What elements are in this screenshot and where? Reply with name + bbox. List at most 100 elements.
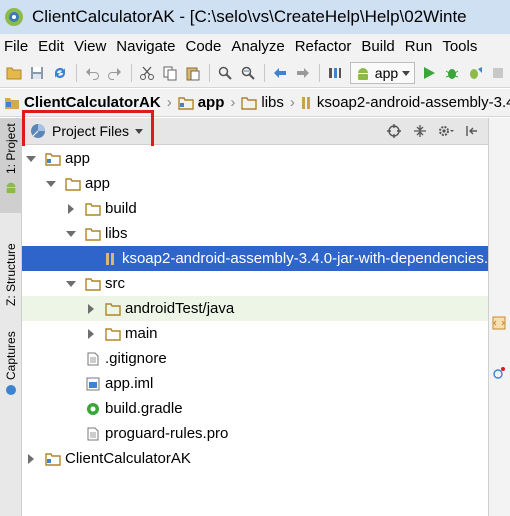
collapse-all-button[interactable] (410, 122, 430, 140)
tree-row-main[interactable]: main (22, 321, 488, 346)
tree-row-client-calculator[interactable]: ClientCalculatorAK (22, 446, 488, 471)
chevron-down-icon[interactable] (65, 278, 77, 290)
menu-run[interactable]: Run (401, 38, 439, 55)
save-icon (30, 66, 43, 79)
redo-button[interactable] (104, 62, 126, 84)
chevron-right-icon[interactable] (85, 328, 97, 340)
find-button[interactable] (214, 62, 236, 84)
breadcrumb-jar[interactable]: ksoap2-android-assembly-3.4.0 (301, 94, 510, 111)
tree-row-label: proguard-rules.pro (105, 425, 229, 442)
menu-tools[interactable]: Tools (438, 38, 483, 55)
captures-tool-tab[interactable]: Captures (0, 318, 22, 398)
build-icon (328, 67, 341, 78)
chevron-down-icon[interactable] (45, 178, 57, 190)
tree-row-app-iml[interactable]: app.iml (22, 371, 488, 396)
chevron-down-icon[interactable] (25, 153, 37, 165)
project-tool-tab[interactable]: 1: Project (0, 118, 22, 213)
stop-button[interactable] (487, 62, 509, 84)
forward-button[interactable] (292, 62, 314, 84)
paste-button[interactable] (182, 62, 204, 84)
tree-row-label: ksoap2-android-assembly-3.4.0-jar-with-d… (121, 250, 488, 267)
panel-settings-button[interactable] (436, 122, 456, 140)
chevron-right-icon[interactable] (65, 203, 77, 215)
project-folder-icon (45, 151, 61, 167)
toolbar-separator (130, 63, 132, 82)
project-folder-icon (45, 451, 61, 467)
tree-row-build[interactable]: build (22, 196, 488, 221)
open-folder-button[interactable] (3, 62, 25, 84)
back-button[interactable] (269, 62, 291, 84)
arrow-right-icon (296, 67, 309, 78)
hide-panel-button[interactable] (462, 122, 482, 140)
sync-button[interactable] (49, 62, 71, 84)
tree-row-build-gradle[interactable]: build.gradle (22, 396, 488, 421)
tree-row-app-root[interactable]: app (22, 146, 488, 171)
view-selector-highlight-box (22, 110, 154, 149)
cut-button[interactable] (136, 62, 158, 84)
attach-debugger-icon (470, 66, 483, 79)
tree-row-label: main (125, 325, 158, 342)
tree-row-label: .gitignore (105, 350, 167, 367)
menu-navigate[interactable]: Navigate (112, 38, 181, 55)
play-icon (424, 66, 436, 79)
tree-row-ksoap-jar[interactable]: ksoap2-android-assembly-3.4.0-jar-with-d… (22, 246, 488, 271)
tree-row-androidtest[interactable]: androidTest/java (22, 296, 488, 321)
copy-icon (163, 66, 177, 80)
run-button[interactable] (418, 62, 440, 84)
copy-button[interactable] (159, 62, 181, 84)
menu-build[interactable]: Build (357, 38, 400, 55)
right-tool-strip (488, 118, 510, 516)
tree-row-proguard[interactable]: proguard-rules.pro (22, 421, 488, 446)
scroll-from-source-button[interactable] (384, 122, 404, 140)
title-bar: ClientCalculatorAK - [C:\selo\vs\CreateH… (0, 0, 510, 34)
undo-button[interactable] (81, 62, 103, 84)
chevron-right-icon[interactable] (25, 453, 37, 465)
arrow-left-icon (273, 67, 286, 78)
attach-debugger-button[interactable] (464, 62, 486, 84)
paste-icon (186, 67, 200, 80)
tree-row-label: androidTest/java (125, 300, 235, 317)
hide-panel-icon (466, 126, 477, 136)
toolbar-separator (75, 63, 77, 82)
module-folder-icon (177, 96, 194, 110)
tree-row-label: build.gradle (105, 400, 183, 417)
menu-analyze[interactable]: Analyze (227, 38, 290, 55)
crosshair-icon (387, 124, 401, 138)
tree-row-gitignore[interactable]: .gitignore (22, 346, 488, 371)
breadcrumb-libs[interactable]: libs (241, 94, 284, 111)
debug-button[interactable] (441, 62, 463, 84)
gradle-file-icon (85, 401, 101, 417)
chevron-right-icon[interactable] (85, 303, 97, 315)
tree-row-libs[interactable]: libs (22, 221, 488, 246)
captures-icon (6, 385, 16, 395)
captures-tab-label: Captures (4, 331, 18, 380)
breadcrumb-project[interactable]: ClientCalculatorAK (4, 94, 161, 111)
tree-row-label: src (105, 275, 125, 292)
chevron-down-icon[interactable] (65, 228, 77, 240)
redo-icon (107, 67, 121, 80)
menu-edit[interactable]: Edit (34, 38, 70, 55)
stop-icon (493, 67, 504, 78)
structure-tool-tab[interactable]: Z: Structure (0, 216, 22, 308)
breadcrumb-module[interactable]: app (177, 94, 224, 111)
tree-row-app-module[interactable]: app (22, 171, 488, 196)
menu-refactor[interactable]: Refactor (291, 38, 358, 55)
tree-row-label: app (85, 175, 111, 192)
toolbar-separator (318, 63, 320, 82)
module-file-icon (85, 376, 101, 392)
tree-row-src[interactable]: src (22, 271, 488, 296)
replace-button[interactable] (237, 62, 259, 84)
menu-bar: File Edit View Navigate Code Analyze Ref… (0, 34, 510, 58)
save-all-button[interactable] (26, 62, 48, 84)
make-project-button[interactable] (324, 62, 346, 84)
tree-row-label: app.iml (105, 375, 154, 392)
text-file-icon (85, 426, 101, 442)
tree-row-label: libs (105, 225, 128, 242)
menu-view[interactable]: View (70, 38, 112, 55)
menu-file[interactable]: File (0, 38, 34, 55)
menu-code[interactable]: Code (181, 38, 227, 55)
xml-file-icon[interactable] (492, 316, 506, 330)
class-file-icon[interactable] (492, 366, 506, 380)
run-config-selector[interactable]: app (349, 61, 416, 84)
breadcrumb-chevron-icon: › (230, 94, 236, 111)
